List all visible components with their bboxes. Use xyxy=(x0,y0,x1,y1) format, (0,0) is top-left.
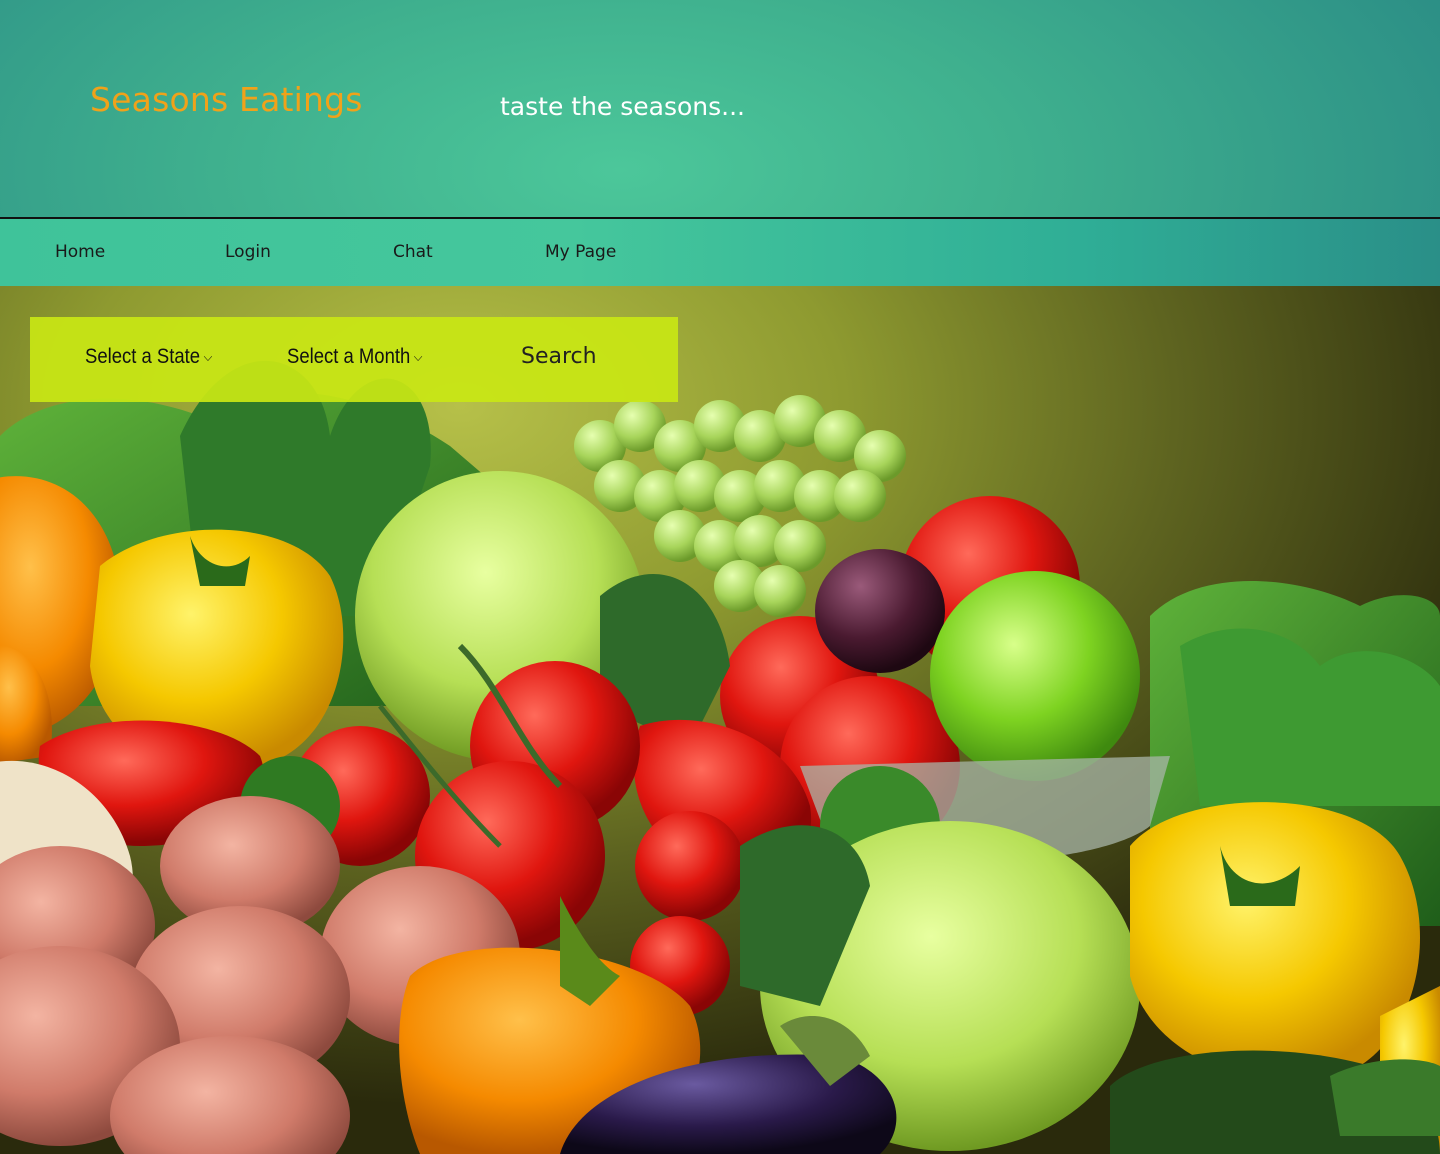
month-select-label: Select a Month xyxy=(287,345,411,368)
nav-item-home[interactable]: Home xyxy=(55,242,105,262)
nav-item-chat[interactable]: Chat xyxy=(393,242,433,262)
state-select-label: Select a State xyxy=(85,345,201,368)
site-header: Seasons Eatings taste the seasons... xyxy=(0,0,1440,217)
search-button[interactable]: Search xyxy=(521,344,597,369)
search-bar: Select a State ⌵ Select a Month ⌵ Search xyxy=(30,317,678,402)
hero-produce-image: Select a State ⌵ Select a Month ⌵ Search xyxy=(0,286,1440,1154)
state-select[interactable]: Select a State ⌵ xyxy=(85,345,212,369)
site-tagline: taste the seasons... xyxy=(500,92,746,121)
chevron-down-icon: ⌵ xyxy=(413,349,423,364)
nav-item-my-page[interactable]: My Page xyxy=(545,242,616,262)
main-nav: Home Login Chat My Page xyxy=(0,217,1440,288)
nav-item-login[interactable]: Login xyxy=(225,242,271,262)
site-logo[interactable]: Seasons Eatings xyxy=(90,80,363,119)
produce-illustration xyxy=(0,360,1440,1154)
month-select[interactable]: Select a Month ⌵ xyxy=(287,345,422,369)
chevron-down-icon: ⌵ xyxy=(203,349,213,364)
